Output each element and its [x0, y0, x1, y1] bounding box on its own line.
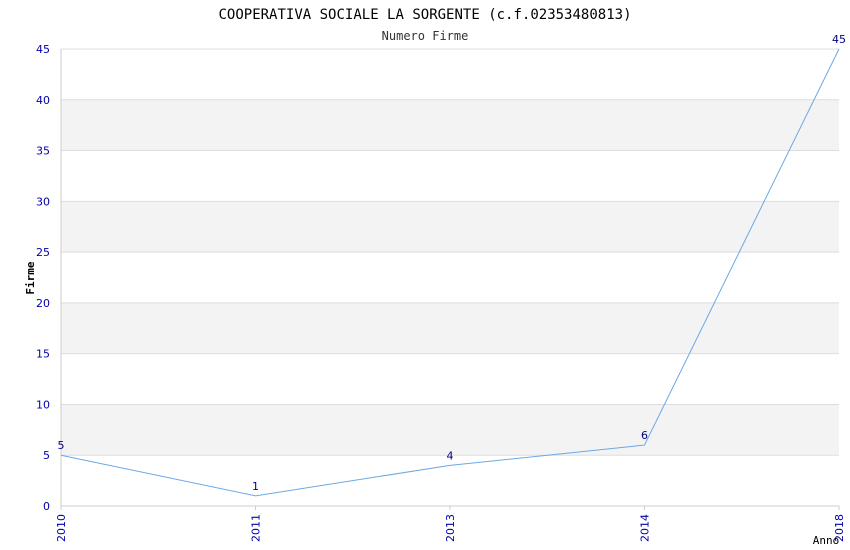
- grid-band: [61, 302, 839, 354]
- data-label: 5: [58, 439, 65, 452]
- y-tick-label: 40: [36, 94, 50, 107]
- x-axis-label: Anno: [813, 534, 840, 547]
- y-tick-labels: 0 5 10 15 20 25 30 35 40 45: [36, 43, 50, 513]
- line-chart: COOPERATIVA SOCIALE LA SORGENTE (c.f.023…: [24, 7, 846, 547]
- data-label: 4: [447, 449, 454, 462]
- y-tick-label: 0: [43, 500, 50, 513]
- y-tick-label: 5: [43, 449, 50, 462]
- x-tick-label: 2013: [444, 514, 457, 542]
- grid-band: [61, 99, 839, 151]
- y-tick-label: 10: [36, 398, 50, 411]
- grid-band: [61, 404, 839, 456]
- data-label: 6: [641, 429, 648, 442]
- x-tick-labels: 2010 2011 2013 2014 2018: [55, 506, 846, 542]
- y-tick-label: 15: [36, 348, 50, 361]
- data-label: 1: [252, 480, 259, 493]
- grid-band: [61, 201, 839, 253]
- y-tick-label: 30: [36, 195, 50, 208]
- y-tick-label: 25: [36, 246, 50, 259]
- data-label: 45: [832, 33, 846, 46]
- y-tick-label: 20: [36, 297, 50, 310]
- chart-title: COOPERATIVA SOCIALE LA SORGENTE (c.f.023…: [218, 7, 631, 23]
- x-tick-label: 2011: [250, 514, 263, 542]
- y-axis-label: Firme: [24, 261, 37, 294]
- x-tick-label: 2014: [639, 514, 652, 542]
- y-tick-label: 45: [36, 43, 50, 56]
- x-tick-label: 2010: [55, 514, 68, 542]
- chart-subtitle: Numero Firme: [382, 29, 469, 43]
- plot-bands: [61, 99, 839, 456]
- y-tick-label: 35: [36, 145, 50, 158]
